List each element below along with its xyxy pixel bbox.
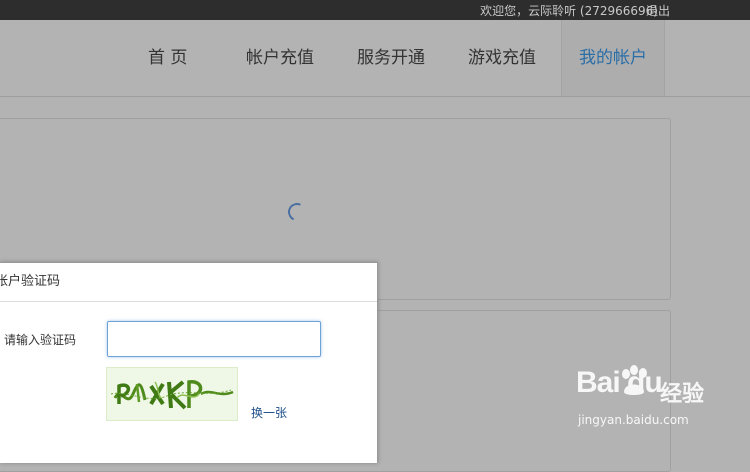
dialog-title: 帐户验证码 (0, 263, 377, 302)
captcha-input[interactable] (107, 321, 321, 357)
captcha-dialog: 帐户验证码 请输入验证码 换一张 (0, 262, 378, 463)
nav-item-home[interactable]: 首 页 (148, 20, 187, 96)
baidu-jingyan-watermark: Bai du 经验 jingyan.baidu.com (574, 364, 714, 436)
top-bar: 欢迎您，云际聆听 (272966696) 退出 (0, 0, 750, 20)
watermark-url: jingyan.baidu.com (578, 413, 689, 427)
nav-item-my-account[interactable]: 我的帐户 (561, 20, 665, 96)
refresh-captcha-link[interactable]: 换一张 (251, 404, 287, 421)
nav-item-account-recharge[interactable]: 帐户充值 (246, 20, 314, 96)
paw-icon (618, 364, 652, 402)
nav-item-game-recharge[interactable]: 游戏充值 (468, 20, 536, 96)
nav-item-service-activation[interactable]: 服务开通 (357, 20, 425, 96)
captcha-label: 请输入验证码 (4, 333, 77, 347)
logout-link[interactable]: 退出 (646, 2, 670, 19)
captcha-image[interactable] (106, 367, 238, 421)
watermark-cn-text: 经验 (660, 382, 705, 407)
welcome-text: 欢迎您，云际聆听 (272966696) (480, 4, 658, 18)
main-nav: 首 页 帐户充值 服务开通 游戏充值 我的帐户 (0, 20, 750, 97)
